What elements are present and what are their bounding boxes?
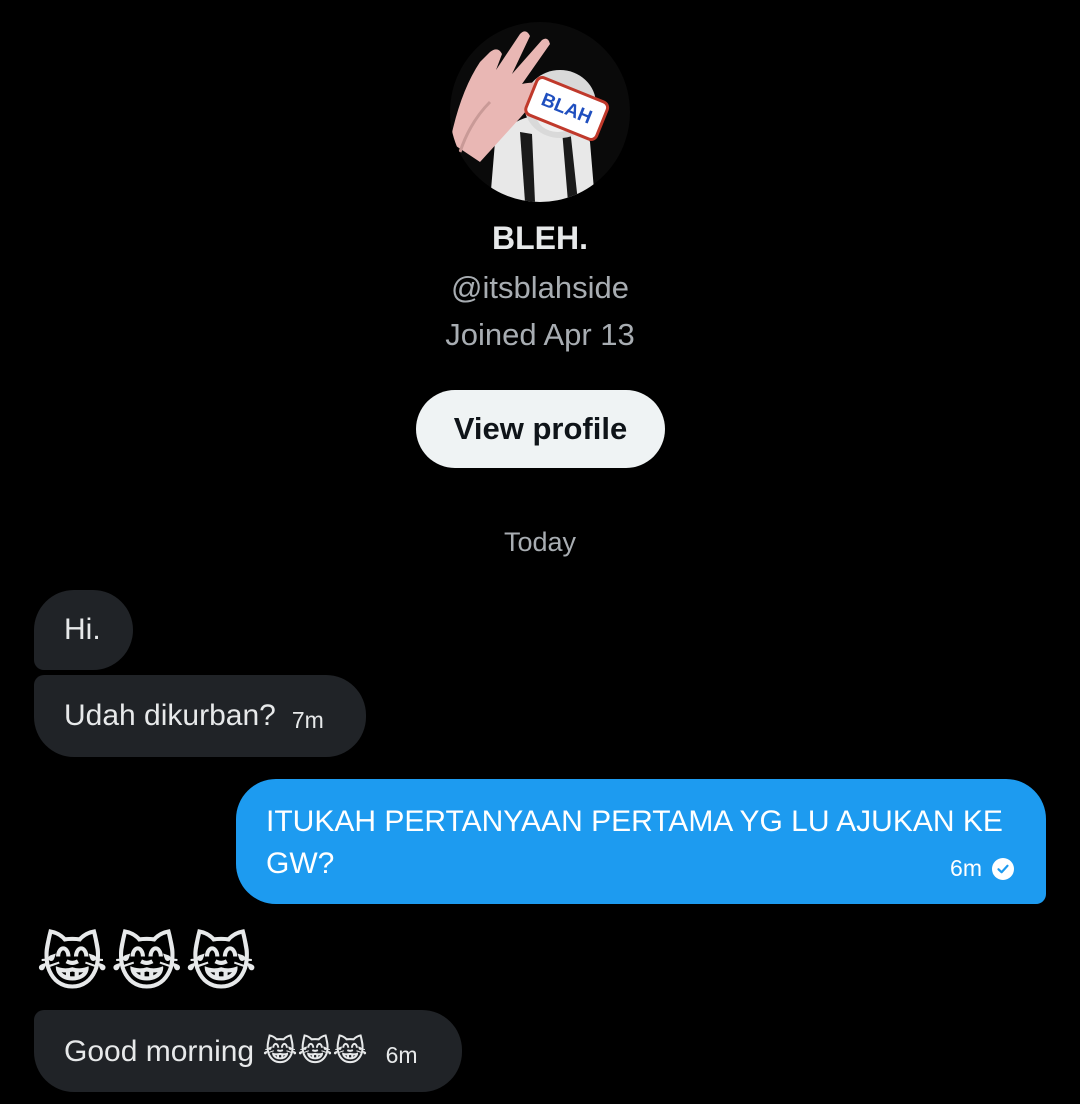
message-bubble-outgoing[interactable]: ITUKAH PERTANYAAN PERTAMA YG LU AJUKAN K… [236,779,1046,904]
avatar[interactable]: BLAH [450,22,630,202]
user-handle: @itsblahside [451,270,629,305]
message-time: 6m [385,1041,418,1068]
message-meta: 6m [950,855,1014,882]
emoji-message[interactable]: 😹😹😹 [36,928,259,1000]
joined-date: Joined Apr 13 [445,317,635,352]
date-divider: Today [503,527,577,557]
display-name: BLEH. [492,220,588,256]
check-circle-icon [992,857,1014,880]
message-bubble-incoming[interactable]: Udah dikurban? 7m [34,675,366,757]
avatar-image: BLAH [450,22,630,202]
message-bubble-incoming[interactable]: Good morning 😹😹😹 6m [34,1010,462,1092]
view-profile-button[interactable]: View profile [416,390,665,468]
conversation-profile-header: BLAH BLEH. @itsblahside Joined Apr 13 Vi… [0,0,1080,480]
message-time: 6m [950,855,982,881]
message-text: Hi. [64,613,101,646]
message-text: Good morning 😹😹😹 [64,1034,368,1068]
message-text: ITUKAH PERTANYAAN PERTAMA YG LU AJUKAN K… [266,805,1003,880]
message-bubble-incoming[interactable]: Hi. [34,590,133,670]
message-text: 😹😹😹 [36,929,260,998]
message-text: Udah dikurban? [64,699,276,732]
message-time: 7m [291,706,324,733]
